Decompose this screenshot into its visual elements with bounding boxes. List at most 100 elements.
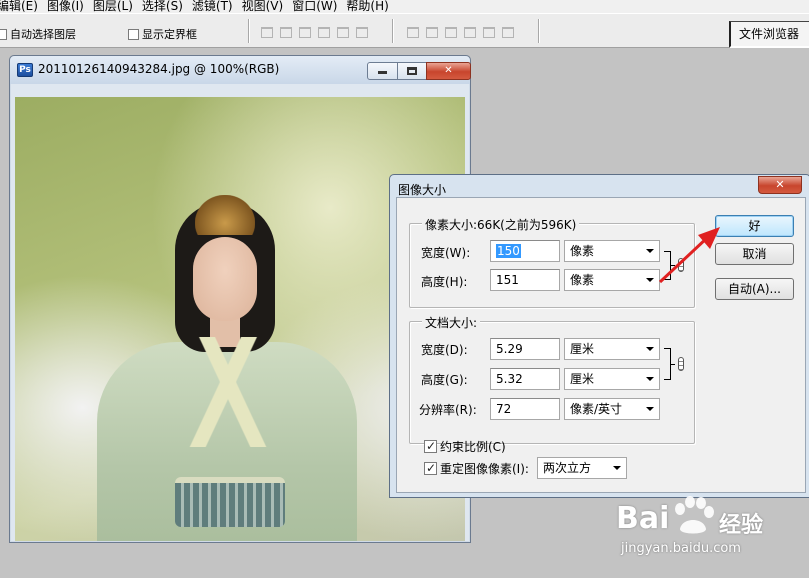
resample-method-select[interactable]: 两次立方: [537, 457, 627, 479]
doc-link-bracket-tick: [671, 364, 675, 365]
align-left-icon[interactable]: [316, 24, 330, 38]
align-right-icon[interactable]: [354, 24, 368, 38]
baidu-watermark: Bai 经验 jingyan.baidu.com: [616, 493, 776, 573]
menu-edit[interactable]: 编辑(E): [0, 0, 47, 13]
doc-width-input[interactable]: 5.29: [490, 338, 560, 360]
maximize-button[interactable]: [397, 62, 427, 80]
menu-layer[interactable]: 图层(L): [93, 0, 142, 13]
doc-width-label: 宽度(D):: [421, 343, 468, 357]
constrain-proportions-label: 约束比例(C): [440, 440, 506, 454]
pixel-height-input[interactable]: 151: [490, 269, 560, 291]
align-bottom-icon[interactable]: [297, 24, 311, 38]
menu-view[interactable]: 视图(V): [242, 0, 293, 13]
photo-hairpiece: [195, 195, 255, 235]
align-buttons-group: [259, 24, 368, 38]
document-title: 20110126140943284.jpg @ 100%(RGB): [38, 62, 280, 76]
dialog-body: 像素大小:66K(之前为596K) 宽度(W): 150 像素 高度(H): 1…: [396, 197, 806, 493]
watermark-jingyan-text: 经验: [719, 513, 764, 538]
minimize-button[interactable]: [367, 62, 398, 80]
align-top-icon[interactable]: [259, 24, 273, 38]
auto-select-checkbox[interactable]: [0, 28, 7, 40]
resample-label: 重定图像像素(I):: [440, 462, 529, 476]
image-size-dialog: 图像大小 ✕ 像素大小:66K(之前为596K) 宽度(W): 150 像素 高…: [389, 174, 809, 498]
doc-link-bracket: [664, 348, 671, 380]
close-button[interactable]: ✕: [426, 62, 471, 80]
pixel-width-value: 150: [496, 244, 521, 258]
menu-select[interactable]: 选择(S): [142, 0, 192, 13]
menu-image[interactable]: 图像(I): [47, 0, 93, 13]
maximize-icon: [407, 67, 417, 75]
file-browser-tab[interactable]: 文件浏览器: [729, 21, 809, 48]
annotation-arrow: [658, 227, 720, 284]
distribute-bottom-icon[interactable]: [443, 24, 457, 38]
doc-height-input[interactable]: 5.32: [490, 368, 560, 390]
align-vcenter-icon[interactable]: [278, 24, 292, 38]
resolution-label: 分辨率(R):: [419, 403, 477, 417]
auto-select-option[interactable]: 自动选择图层: [0, 26, 76, 42]
constrain-proportions-option[interactable]: 约束比例(C): [424, 438, 506, 455]
doc-width-unit: 厘米: [570, 342, 595, 356]
pixel-width-unit: 像素: [570, 244, 595, 258]
distribute-right-icon[interactable]: [500, 24, 514, 38]
annotation-arrow-head: [698, 227, 720, 249]
align-hcenter-icon[interactable]: [335, 24, 349, 38]
constrain-proportions-checkbox[interactable]: [424, 439, 437, 453]
pixel-height-unit: 像素: [570, 273, 595, 287]
dialog-close-button[interactable]: ✕: [758, 176, 802, 194]
pixel-width-label: 宽度(W):: [421, 246, 471, 260]
pixel-width-unit-select[interactable]: 像素: [564, 240, 660, 262]
watermark-logo-text: Bai: [616, 501, 670, 536]
doc-height-unit-select[interactable]: 厘米: [564, 368, 660, 390]
photo-sash: [175, 477, 285, 527]
doc-height-label: 高度(G):: [421, 373, 468, 387]
annotation-arrow-shaft: [658, 235, 710, 284]
document-titlebar[interactable]: Ps 20110126140943284.jpg @ 100%(RGB) ✕: [10, 56, 471, 84]
show-bounds-checkbox[interactable]: [128, 28, 139, 40]
photo-face: [193, 237, 257, 321]
distribute-hcenter-icon[interactable]: [481, 24, 495, 38]
distribute-vcenter-icon[interactable]: [424, 24, 438, 38]
menu-help[interactable]: 帮助(H): [346, 0, 397, 13]
resample-checkbox[interactable]: [424, 461, 437, 475]
toolbar-separator: [392, 19, 394, 43]
resolution-value: 72: [496, 402, 512, 416]
pixel-height-label: 高度(H):: [421, 275, 468, 289]
chevron-down-icon: [646, 347, 654, 351]
menu-bar: 编辑(E) 图像(I) 图层(L) 选择(S) 滤镜(T) 视图(V) 窗口(W…: [0, 0, 809, 13]
distribute-left-icon[interactable]: [462, 24, 476, 38]
dialog-title: 图像大小: [398, 183, 447, 197]
options-bar: 自动选择图层 显示定界框 文件浏览器: [0, 13, 809, 48]
document-size-legend: 文档大小:: [422, 314, 481, 331]
menu-filter[interactable]: 滤镜(T): [192, 0, 242, 13]
resample-method: 两次立方: [543, 461, 592, 475]
show-bounds-option[interactable]: 显示定界框: [128, 26, 197, 42]
doc-width-unit-select[interactable]: 厘米: [564, 338, 660, 360]
resolution-input[interactable]: 72: [490, 398, 560, 420]
close-icon: ✕: [444, 65, 453, 76]
resolution-unit: 像素/英寸: [570, 402, 623, 416]
minimize-icon: [378, 71, 387, 74]
pixel-dimensions-legend: 像素大小:66K(之前为596K): [422, 216, 580, 233]
resolution-unit-select[interactable]: 像素/英寸: [564, 398, 660, 420]
pixel-width-input[interactable]: 150: [490, 240, 560, 262]
watermark-url: jingyan.baidu.com: [621, 541, 741, 556]
document-caption-buttons: ✕: [367, 62, 471, 80]
pixel-height-value: 151: [496, 273, 519, 287]
toolbar-separator: [538, 19, 540, 43]
chevron-down-icon: [613, 466, 621, 470]
close-icon: ✕: [775, 178, 785, 191]
baidu-paw-icon: [675, 496, 714, 534]
toolbar-separator: [248, 19, 250, 43]
doc-height-unit: 厘米: [570, 372, 595, 386]
photoshop-document-icon: Ps: [17, 63, 33, 77]
chevron-down-icon: [646, 407, 654, 411]
show-bounds-label: 显示定界框: [142, 28, 197, 41]
photo-collar: [187, 337, 269, 447]
resample-option[interactable]: 重定图像像素(I):: [424, 460, 529, 477]
menu-window[interactable]: 窗口(W): [292, 0, 346, 13]
chevron-down-icon: [646, 377, 654, 381]
doc-height-value: 5.32: [496, 372, 523, 386]
auto-select-label: 自动选择图层: [10, 28, 76, 41]
distribute-top-icon[interactable]: [405, 24, 419, 38]
pixel-height-unit-select[interactable]: 像素: [564, 269, 660, 291]
